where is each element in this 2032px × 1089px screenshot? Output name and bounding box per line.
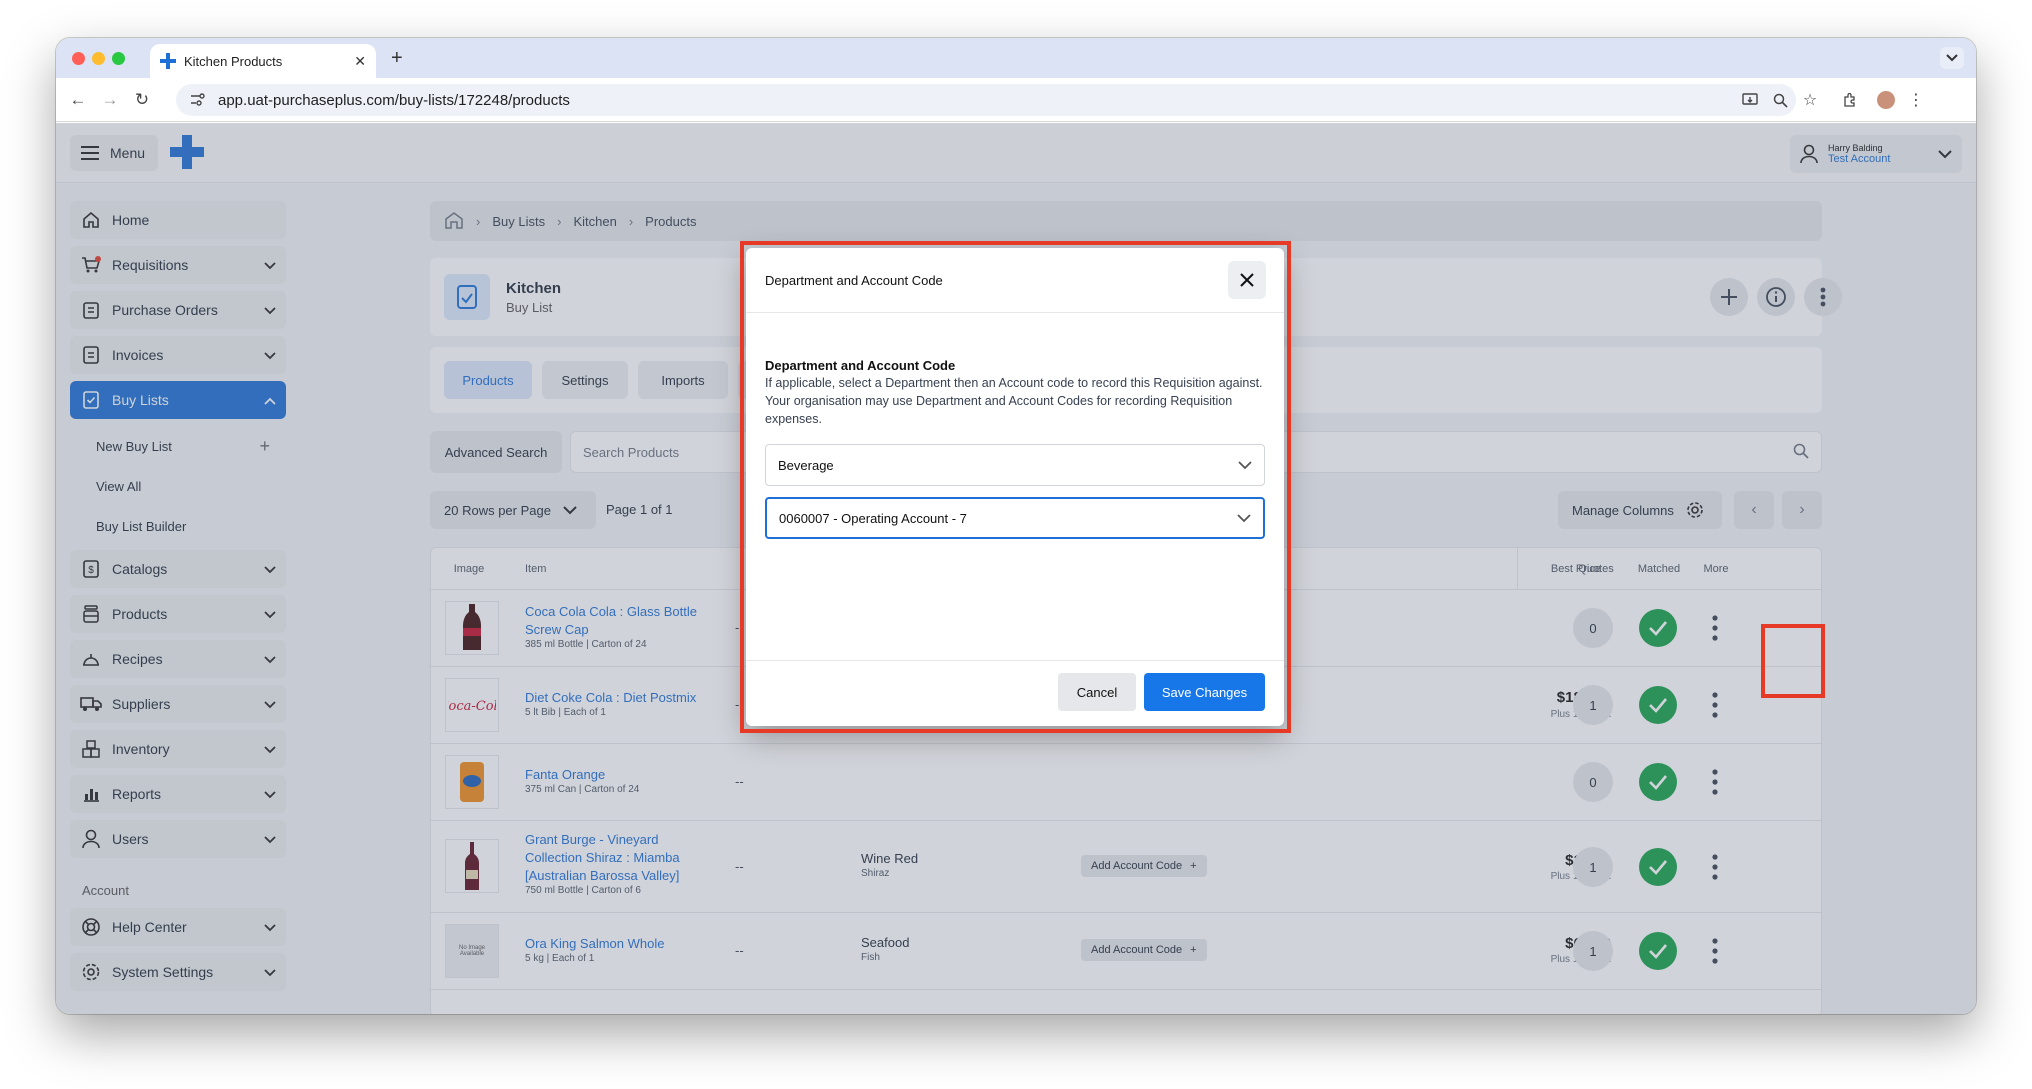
browser-tabbar: Kitchen Products ✕ + <box>56 38 1976 78</box>
tab-search-icon[interactable] <box>1940 47 1964 69</box>
address-bar[interactable]: app.uat-purchaseplus.com/buy-lists/17224… <box>176 84 1796 116</box>
bookmark-star-icon[interactable]: ☆ <box>1800 90 1820 110</box>
url-text: app.uat-purchaseplus.com/buy-lists/17224… <box>218 91 570 109</box>
install-app-icon[interactable] <box>1740 90 1760 110</box>
browser-toolbar: ← → ↻ app.uat-purchaseplus.com/buy-lists… <box>56 78 1976 122</box>
browser-tab[interactable]: Kitchen Products ✕ <box>150 44 376 78</box>
profile-avatar-icon[interactable] <box>1876 90 1896 110</box>
new-tab-icon[interactable]: + <box>391 47 403 70</box>
forward-icon[interactable]: → <box>100 90 120 110</box>
site-info-icon[interactable] <box>190 93 206 107</box>
browser-menu-icon[interactable]: ⋮ <box>1906 90 1926 110</box>
tab-title: Kitchen Products <box>184 53 283 69</box>
site-favicon-icon <box>160 53 176 69</box>
browser-window: Kitchen Products ✕ + ← → ↻ app.uat-purch… <box>56 38 1976 1014</box>
zoom-window-button[interactable] <box>112 52 125 65</box>
highlight-annotation <box>1761 624 1825 698</box>
extensions-icon[interactable] <box>1840 90 1860 110</box>
tab-close-icon[interactable]: ✕ <box>354 53 366 70</box>
zoom-icon[interactable] <box>1770 90 1790 110</box>
close-window-button[interactable] <box>72 52 85 65</box>
back-icon[interactable]: ← <box>68 90 88 110</box>
minimize-window-button[interactable] <box>92 52 105 65</box>
highlight-annotation <box>740 241 1291 733</box>
reload-icon[interactable]: ↻ <box>132 90 152 110</box>
